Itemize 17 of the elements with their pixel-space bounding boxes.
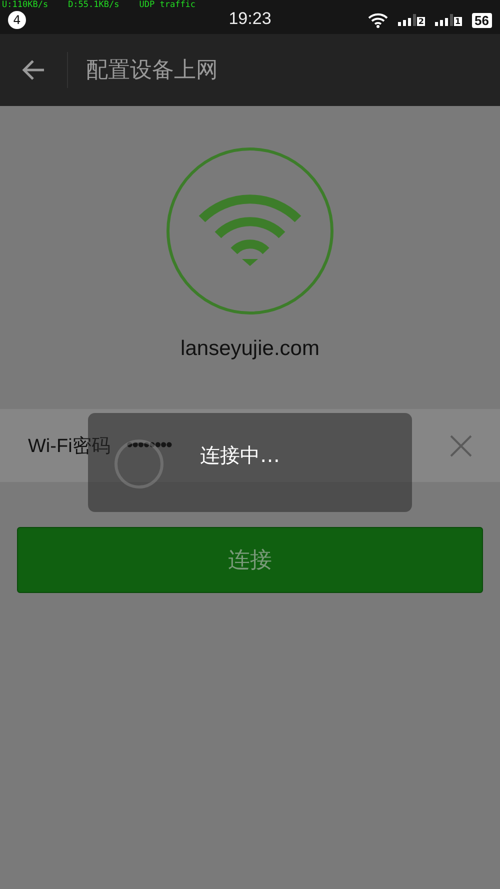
notification-count: 4 — [8, 11, 26, 29]
upload-speed: U:110KB/s — [2, 0, 48, 11]
wifi-icon — [166, 147, 334, 315]
battery-level: 56 — [472, 12, 492, 28]
page-title: 配置设备上网 — [86, 57, 218, 85]
wifi-icon — [368, 12, 388, 28]
signal-icon — [398, 14, 416, 26]
back-arrow-icon — [22, 59, 46, 81]
sim-number: 2 — [417, 17, 425, 26]
close-icon — [450, 434, 472, 456]
clock: 19:23 — [228, 9, 272, 29]
download-speed: D:55.1KB/s — [68, 0, 120, 11]
signal-icon — [434, 14, 453, 26]
sim-number: 1 — [454, 17, 462, 26]
traffic-label: UDP traffic — [139, 0, 196, 11]
loading-message: 连接中… — [200, 442, 280, 469]
network-name: lanseyujie.com — [180, 337, 320, 361]
